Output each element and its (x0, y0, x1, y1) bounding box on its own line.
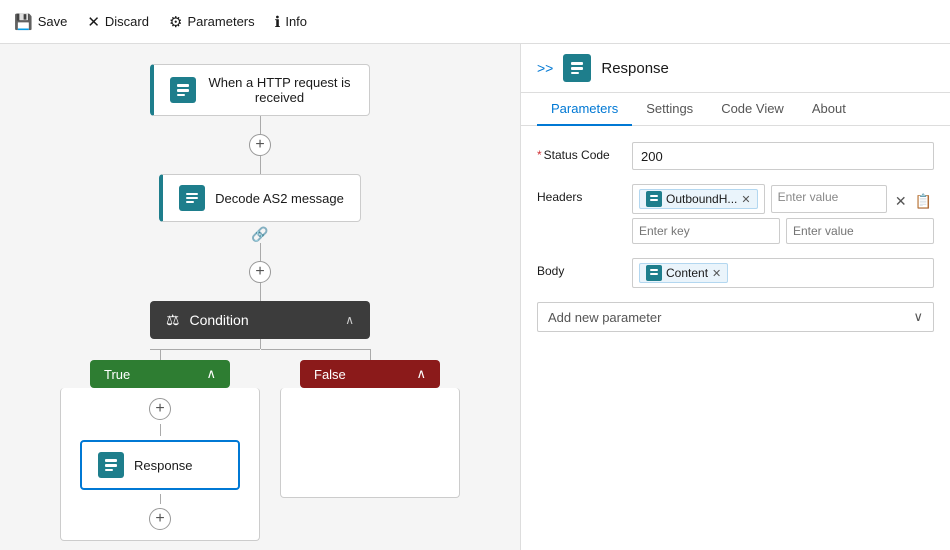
save-label: Save (38, 14, 68, 29)
status-code-label: *Status Code (537, 142, 622, 162)
content-chip-icon (646, 265, 662, 281)
copy-header-btn[interactable]: 📋 (913, 191, 934, 212)
status-code-input[interactable] (632, 142, 934, 170)
panel-content: *Status Code Headers (521, 126, 950, 550)
outbound-token: OutboundH... ✕ (639, 189, 758, 209)
condition-icon: ⚖ (166, 311, 179, 329)
save-icon: 💾 (14, 13, 33, 31)
http-request-node[interactable]: When a HTTP request is received (150, 64, 370, 116)
response-node-icon (98, 452, 124, 478)
add-new-parameter[interactable]: Add new parameter ∨ (537, 302, 934, 332)
condition-label: Condition (189, 312, 335, 328)
false-branch-header[interactable]: False ∧ (300, 360, 440, 388)
condition-collapse-btn[interactable]: ∧ (345, 313, 354, 327)
header-action-btns: ✕ 📋 (893, 187, 934, 212)
true-branch: True ∧ + Response (60, 350, 260, 541)
header-value-input[interactable] (786, 218, 934, 244)
content-token: Content ✕ (639, 263, 728, 283)
parameters-button[interactable]: ⚙ Parameters (169, 13, 255, 31)
connector-2: + (249, 243, 271, 301)
delete-header-btn[interactable]: ✕ (893, 191, 909, 212)
tab-settings[interactable]: Settings (632, 93, 707, 126)
discard-icon: ✕ (87, 13, 100, 31)
headers-first-row: OutboundH... ✕ Enter value ✕ 📋 (632, 184, 934, 214)
info-button[interactable]: ℹ Info (275, 13, 307, 31)
http-node-icon (170, 77, 196, 103)
add-between-decode-condition[interactable]: + (249, 261, 271, 283)
body-label: Body (537, 258, 622, 278)
http-node-label: When a HTTP request is received (206, 75, 353, 105)
headers-row: Headers OutboundH... ✕ (537, 184, 934, 244)
false-branch-label: False (314, 367, 346, 382)
condition-node[interactable]: ⚖ Condition ∧ (150, 301, 370, 339)
response-node-label: Response (134, 458, 193, 473)
panel-title: Response (601, 60, 669, 77)
true-inner-vline (160, 424, 161, 436)
tab-parameters[interactable]: Parameters (537, 93, 632, 126)
content-token-close[interactable]: ✕ (712, 267, 721, 280)
false-branch-body (280, 388, 460, 498)
info-label: Info (285, 14, 307, 29)
decode-node-label: Decode AS2 message (215, 191, 344, 206)
branch-area: True ∧ + Response (60, 350, 460, 541)
token-label: OutboundH... (666, 192, 737, 206)
true-inner-vline2 (160, 494, 161, 504)
false-branch: False ∧ (280, 350, 460, 541)
canvas: When a HTTP request is received + Decode… (0, 44, 520, 550)
response-node[interactable]: Response (80, 440, 240, 490)
flow-container: When a HTTP request is received + Decode… (20, 64, 500, 541)
decode-node-icon (179, 185, 205, 211)
panel-tabs: Parameters Settings Code View About (521, 93, 950, 126)
info-icon: ℹ (275, 13, 281, 31)
discard-button[interactable]: ✕ Discard (87, 13, 149, 31)
panel-icon (563, 54, 591, 82)
link-icon: 🔗 (251, 226, 268, 242)
panel-collapse-btn[interactable]: >> (537, 60, 553, 76)
decode-as2-node[interactable]: Decode AS2 message (159, 174, 361, 222)
header-key-input[interactable] (632, 218, 780, 244)
link-decorator: 🔗 (251, 226, 268, 243)
right-panel: >> Response Parameters Settings Code Vie… (520, 44, 950, 550)
true-branch-label: True (104, 367, 130, 382)
branch-connector (150, 339, 371, 350)
true-branch-collapse[interactable]: ∧ (206, 366, 216, 382)
token-close-btn[interactable]: ✕ (741, 193, 750, 206)
false-branch-vline (370, 350, 371, 360)
panel-header: >> Response (521, 44, 950, 93)
body-row: Body Content ✕ (537, 258, 934, 288)
header-key-area[interactable]: OutboundH... ✕ (632, 184, 765, 214)
tab-code-view[interactable]: Code View (707, 93, 798, 126)
add-after-response[interactable]: + (149, 508, 171, 530)
true-branch-body: + Response + (60, 388, 260, 541)
true-branch-vline (160, 350, 161, 360)
chip-icon (646, 191, 662, 207)
false-branch-collapse[interactable]: ∧ (416, 366, 426, 382)
headers-label: Headers (537, 184, 622, 204)
add-param-label: Add new parameter (548, 310, 661, 325)
true-branch-header[interactable]: True ∧ (90, 360, 230, 388)
status-code-row: *Status Code (537, 142, 934, 170)
add-param-chevron: ∨ (913, 309, 923, 325)
add-between-http-decode[interactable]: + (249, 134, 271, 156)
toolbar: 💾 Save ✕ Discard ⚙ Parameters ℹ Info (0, 0, 950, 44)
discard-label: Discard (105, 14, 149, 29)
content-token-label: Content (666, 266, 708, 280)
enter-value-placeholder: Enter value (778, 190, 839, 208)
main-layout: When a HTTP request is received + Decode… (0, 44, 950, 550)
body-token-area[interactable]: Content ✕ (632, 258, 934, 288)
parameters-label: Parameters (187, 14, 254, 29)
headers-content: OutboundH... ✕ Enter value ✕ 📋 (632, 184, 934, 244)
add-in-true-branch[interactable]: + (149, 398, 171, 420)
parameters-icon: ⚙ (169, 13, 182, 31)
connector-1: + (249, 116, 271, 174)
save-button[interactable]: 💾 Save (14, 13, 67, 31)
header-value-area[interactable]: Enter value (771, 185, 887, 213)
headers-second-row (632, 218, 934, 244)
tab-about[interactable]: About (798, 93, 860, 126)
